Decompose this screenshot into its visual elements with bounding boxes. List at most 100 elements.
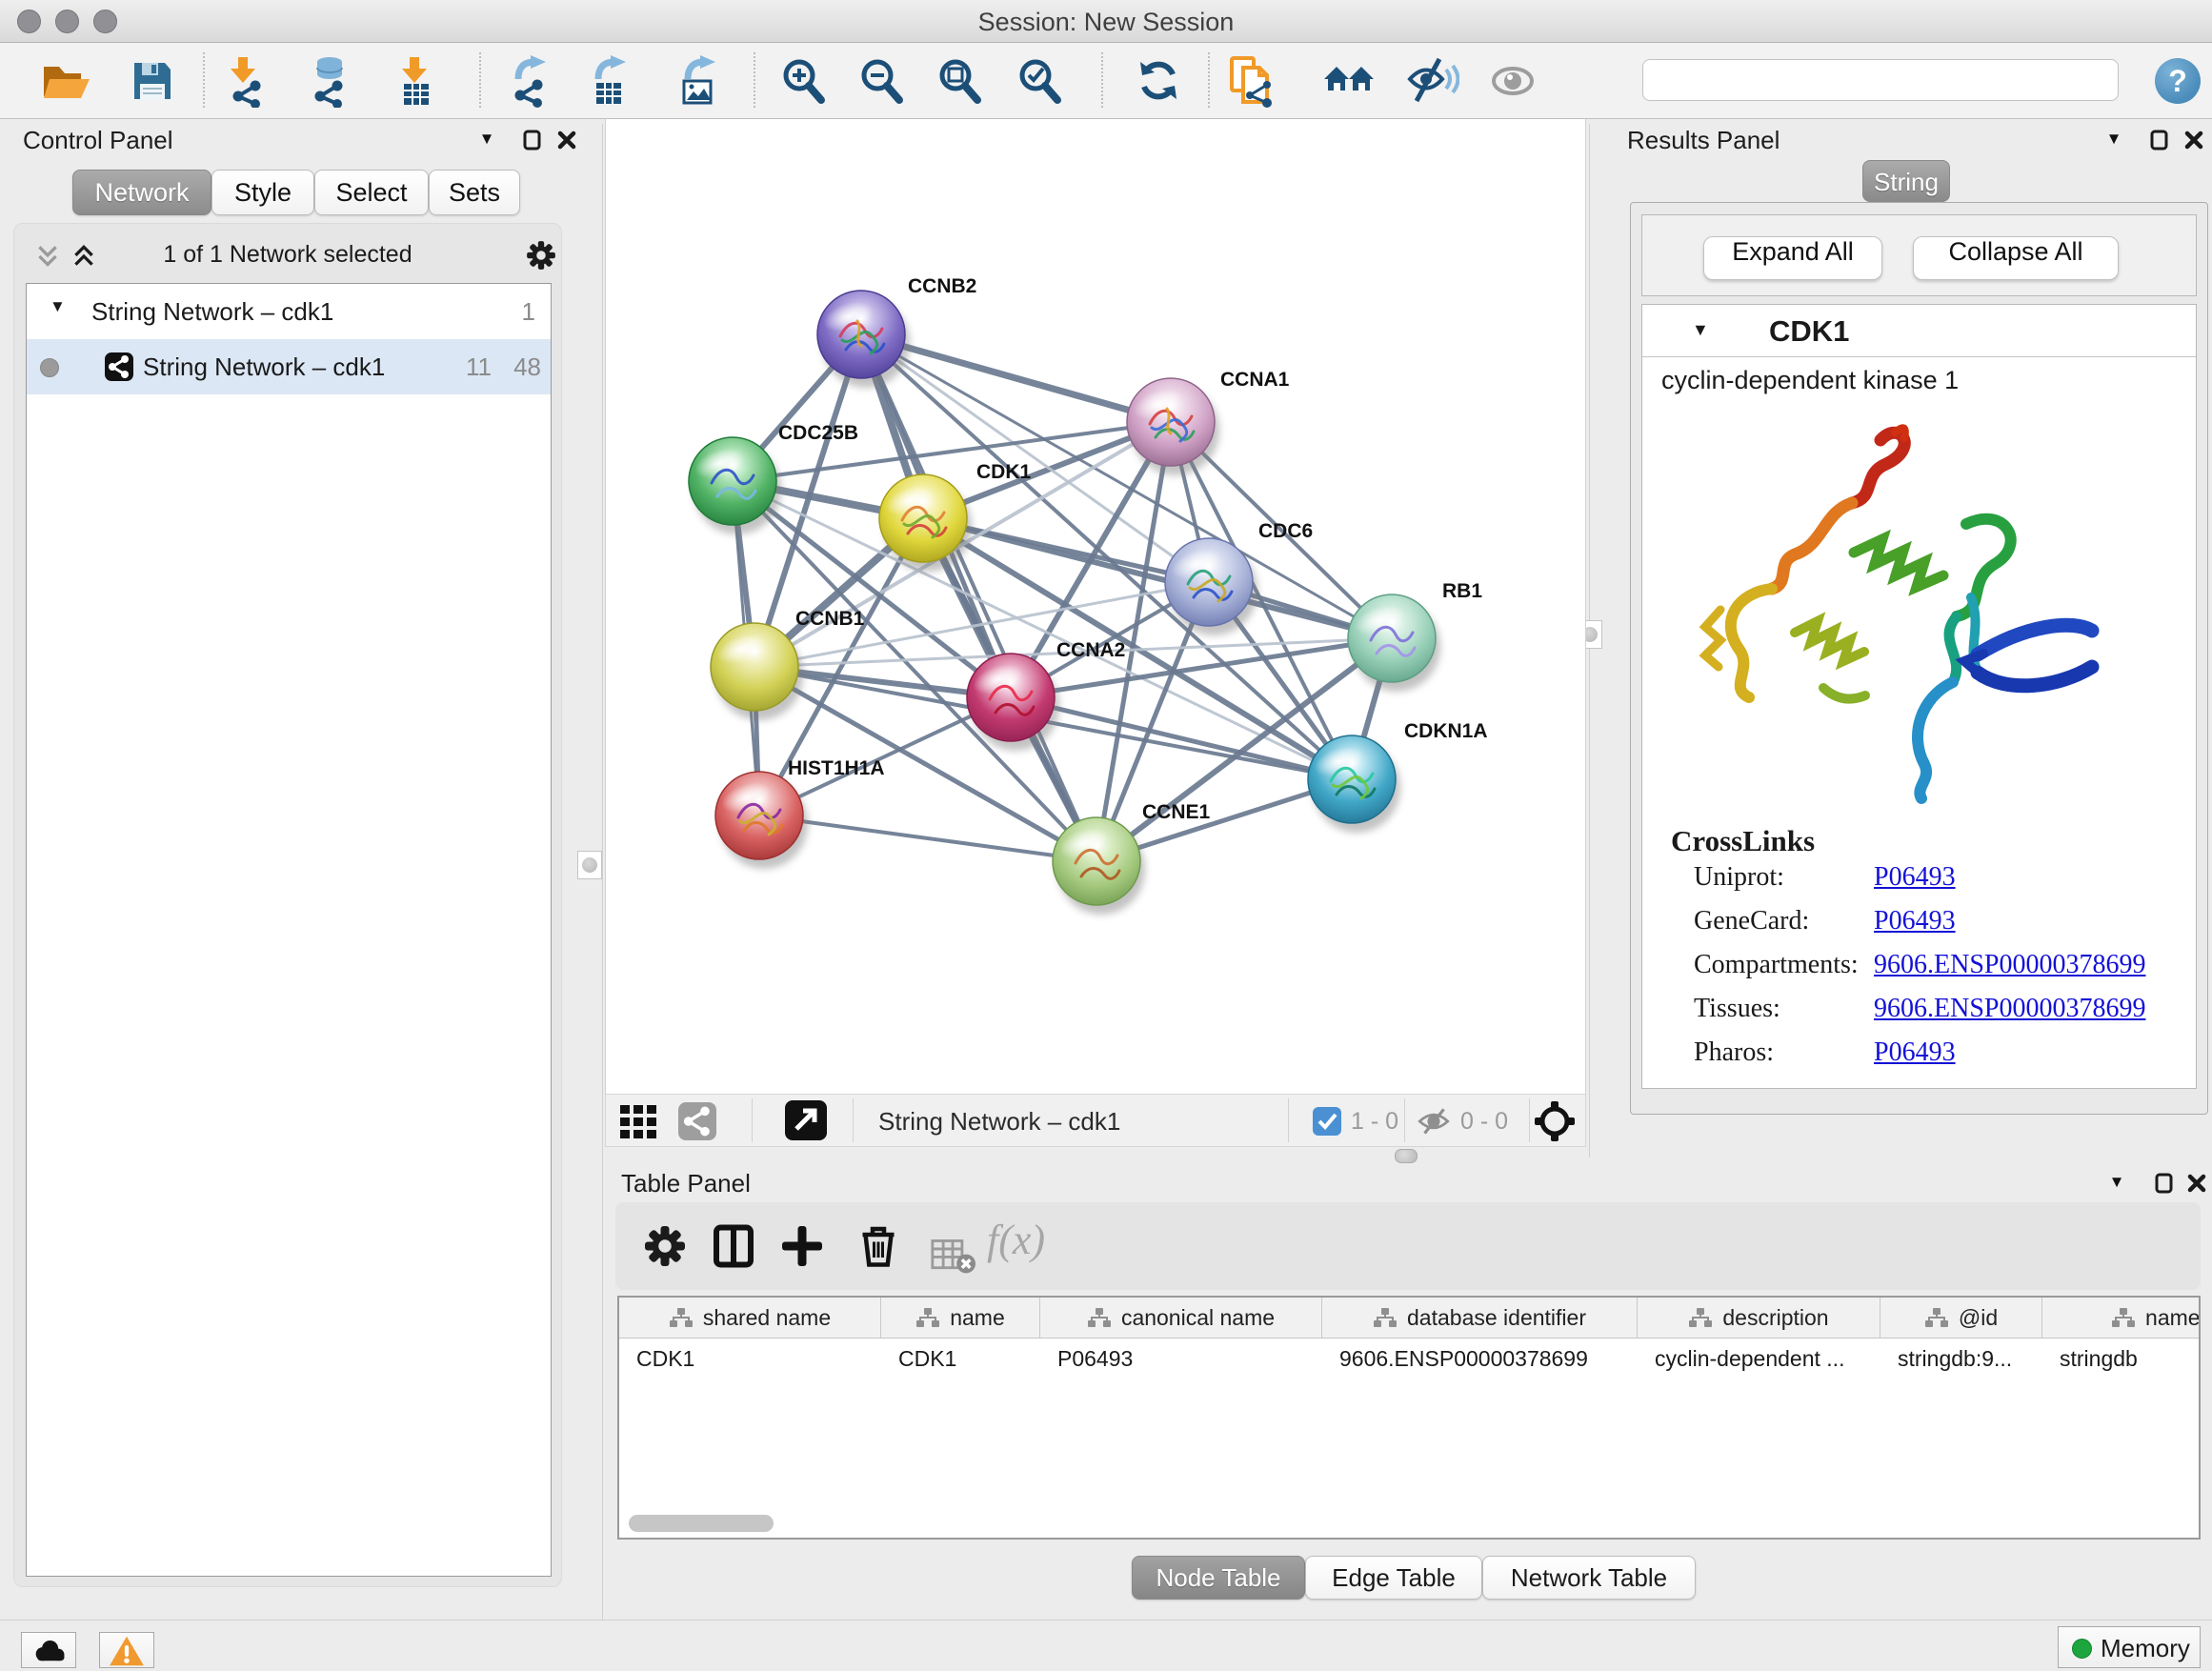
refresh-icon[interactable] [1132, 54, 1185, 108]
crosslink-link-pharos[interactable]: P06493 [1874, 1037, 1956, 1068]
hidden-eye-icon[interactable] [1416, 1106, 1452, 1141]
open-session-icon[interactable] [38, 54, 91, 108]
table-hscrollbar-thumb[interactable] [629, 1515, 774, 1532]
gene-card-header[interactable]: ▼ CDK1 [1642, 305, 2196, 357]
tab-string[interactable]: String [1862, 160, 1950, 202]
create-column-plus-icon[interactable] [779, 1223, 825, 1269]
crosslink-link-compartments[interactable]: 9606.ENSP00000378699 [1874, 950, 2145, 980]
table-options-gear-icon[interactable] [642, 1223, 688, 1269]
help-button[interactable]: ? [2155, 58, 2201, 104]
network-collection-row[interactable]: ▼ String Network – cdk1 1 [27, 284, 551, 339]
cloud-status-button[interactable] [21, 1632, 76, 1668]
crosslink-link-genecard[interactable]: P06493 [1874, 906, 1956, 936]
table-panel-collapse-icon[interactable]: ▼ [2102, 1173, 2131, 1198]
tab-node-table[interactable]: Node Table [1132, 1556, 1305, 1600]
zoom-out-icon[interactable] [855, 54, 909, 108]
string-network-badge-icon[interactable] [678, 1102, 716, 1140]
zoom-fit-icon[interactable] [934, 54, 987, 108]
import-network-database-icon[interactable] [301, 54, 354, 108]
zoom-selected-icon[interactable] [1014, 54, 1067, 108]
show-columns-icon[interactable] [711, 1223, 756, 1269]
column-header-database-identifier[interactable]: database identifier [1322, 1298, 1638, 1338]
node-CDKN1A[interactable] [1308, 735, 1400, 833]
control-panel-collapse-icon[interactable]: ▼ [473, 130, 501, 154]
gene-expander-icon[interactable]: ▼ [1692, 320, 1709, 340]
export-table-icon[interactable] [585, 54, 638, 108]
cell-shared-name[interactable]: CDK1 [619, 1339, 881, 1379]
network-row-selected[interactable]: String Network – cdk1 11 48 [27, 339, 551, 394]
left-splitter-handle[interactable] [577, 851, 602, 879]
delete-column-trash-icon[interactable] [855, 1223, 901, 1269]
table-panel-close-icon[interactable] [2182, 1173, 2211, 1198]
collapse-all-button[interactable]: Collapse All [1913, 236, 2119, 280]
collection-label: String Network – cdk1 [91, 297, 333, 327]
node-RB1[interactable] [1348, 594, 1440, 692]
show-eye-icon[interactable] [1488, 54, 1541, 108]
node-CCNA1[interactable] [1127, 378, 1219, 475]
save-session-icon[interactable] [126, 54, 179, 108]
export-network-icon[interactable] [505, 54, 558, 108]
cell--id[interactable]: stringdb:9... [1880, 1339, 2042, 1379]
collection-expander-icon[interactable]: ▼ [50, 297, 66, 316]
expand-all-button[interactable]: Expand All [1703, 236, 1882, 280]
cell-database-identifier[interactable]: 9606.ENSP00000378699 [1322, 1339, 1638, 1379]
memory-button[interactable]: Memory [2058, 1626, 2201, 1668]
results-panel-close-icon[interactable] [2180, 130, 2208, 154]
tab-style[interactable]: Style [211, 170, 314, 215]
tab-edge-table[interactable]: Edge Table [1305, 1556, 1482, 1600]
results-panel-float-icon[interactable] [2145, 130, 2174, 154]
home-networks-icon[interactable] [1322, 54, 1376, 108]
edge-CDK1-RB1[interactable] [923, 518, 1392, 638]
import-network-file-icon[interactable] [217, 54, 271, 108]
import-table-icon[interactable] [389, 54, 442, 108]
table-panel: Table Panel ▼ f(x) shared namenamecanoni… [605, 1158, 2212, 1620]
hide-eye-icon[interactable] [1406, 54, 1459, 108]
node-HIST1H1A[interactable] [715, 772, 808, 869]
zoom-in-icon[interactable] [777, 54, 831, 108]
fit-selected-target-icon[interactable] [1534, 1100, 1576, 1147]
network-view-canvas[interactable]: CCNB2CCNA1CDC25BCDK1CDC6RB1CCNB1CCNA2CDK… [605, 119, 1586, 1094]
column-header-canonical-name[interactable]: canonical name [1040, 1298, 1322, 1338]
node-label-CCNA2: CCNA2 [1056, 639, 1125, 661]
column-header-namespace[interactable]: namespace [2042, 1298, 2201, 1338]
selected-checkbox[interactable] [1313, 1107, 1341, 1136]
results-panel-title: Results Panel [1627, 126, 1780, 155]
export-image-icon[interactable] [674, 54, 728, 108]
cell-canonical-name[interactable]: P06493 [1040, 1339, 1322, 1379]
node-CDC25B[interactable] [689, 437, 781, 534]
column-header-shared-name[interactable]: shared name [619, 1298, 881, 1338]
search-input[interactable] [1642, 59, 2119, 101]
cell-namespace[interactable]: stringdb [2042, 1339, 2201, 1379]
tab-network[interactable]: Network [72, 170, 211, 215]
tab-network-table[interactable]: Network Table [1482, 1556, 1696, 1600]
column-header--id[interactable]: @id [1880, 1298, 2042, 1338]
column-header-name[interactable]: name [881, 1298, 1040, 1338]
crosslink-link-uniprot[interactable]: P06493 [1874, 862, 1956, 893]
control-panel-float-icon[interactable] [518, 130, 547, 154]
column-header-description[interactable]: description [1638, 1298, 1880, 1338]
crosslink-row-uniprot: Uniprot: P06493 [1642, 862, 2196, 906]
table-toolbar: f(x) [615, 1202, 2201, 1290]
edge-CCNB2-CCNE1[interactable] [861, 334, 1096, 861]
crosslink-label-genecard: GeneCard: [1694, 906, 1809, 936]
network-options-gear-icon[interactable] [525, 239, 557, 276]
control-panel-close-icon[interactable] [553, 130, 581, 154]
cell-description[interactable]: cyclin-dependent ... [1638, 1339, 1880, 1379]
node-CCNB2[interactable] [817, 291, 910, 388]
tab-select[interactable]: Select [314, 170, 429, 215]
gene-card: ▼ CDK1 cyclin-dependent kinase 1 [1641, 304, 2197, 1089]
crosslink-link-tissues[interactable]: 9606.ENSP00000378699 [1874, 994, 2145, 1024]
left-splitter[interactable] [602, 124, 603, 1620]
table-row[interactable]: CDK1CDK1P064939606.ENSP00000378699cyclin… [619, 1339, 2199, 1379]
edge-HIST1H1A-CCNE1[interactable] [759, 815, 1096, 861]
tab-sets[interactable]: Sets [429, 170, 520, 215]
share-document-icon[interactable] [1225, 54, 1278, 108]
grid-view-icon[interactable] [619, 1104, 657, 1143]
table-hscrollbar[interactable] [619, 1515, 2199, 1534]
birds-eye-view-icon[interactable] [785, 1100, 827, 1140]
table-panel-float-icon[interactable] [2150, 1173, 2179, 1198]
node-CCNA2[interactable] [967, 654, 1059, 751]
results-panel-collapse-icon[interactable]: ▼ [2100, 130, 2128, 154]
warnings-button[interactable] [99, 1632, 154, 1668]
cell-name[interactable]: CDK1 [881, 1339, 1040, 1379]
